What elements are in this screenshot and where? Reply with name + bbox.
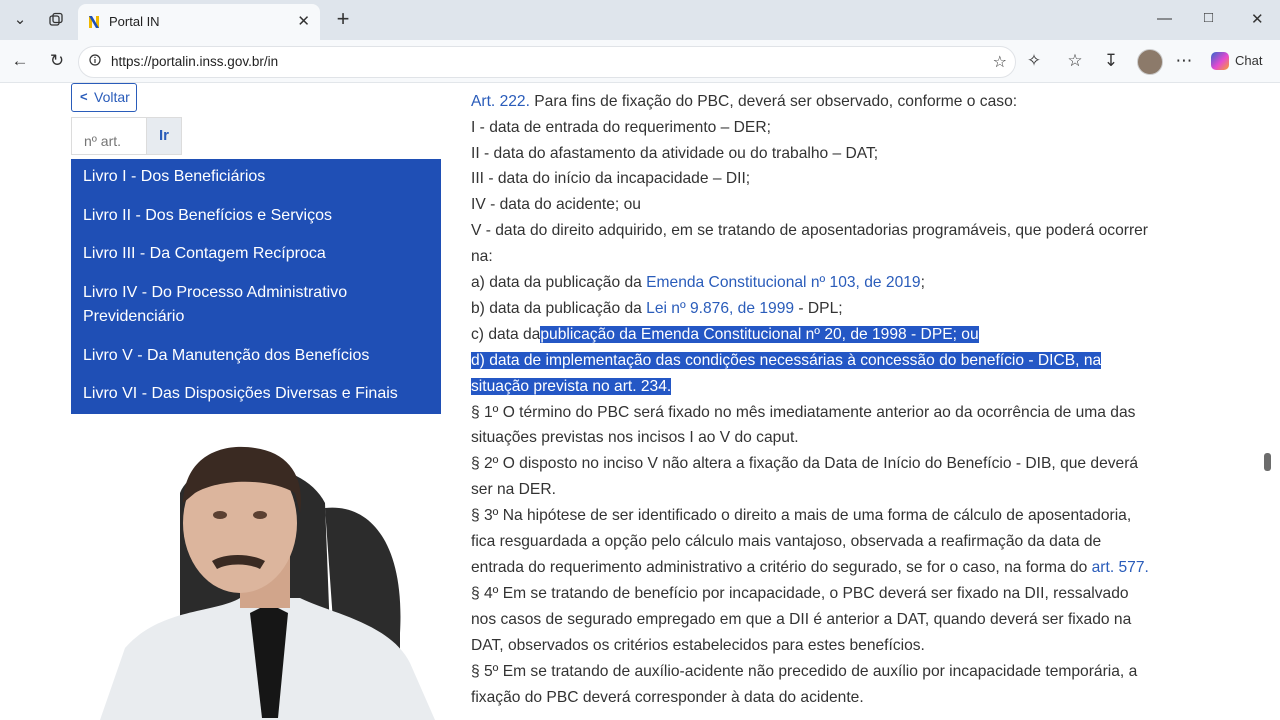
article-caput: Para fins de fixação do PBC, deverá ser … [529, 93, 1018, 110]
item-b-end: - DPL; [794, 300, 843, 317]
url-text[interactable]: https://portalin.inss.gov.br/in [111, 54, 278, 69]
paragraph-3-line-3: entrada do requerimento administrativo a… [471, 556, 1149, 580]
favorite-star-icon[interactable]: ☆ [993, 52, 1007, 72]
paragraph-4-line-2: nos casos de segurado empregado em que a… [471, 611, 1132, 628]
new-tab-button[interactable]: + [330, 7, 356, 33]
book-link-4[interactable]: Livro IV - Do Processo Administrativo Pr… [83, 281, 383, 329]
item-d-line-2: situação prevista no art. 234. [471, 375, 672, 399]
item-iv: IV - data do acidente; ou [471, 196, 641, 213]
chevron-left-icon: < [80, 89, 88, 104]
profile-avatar[interactable] [1137, 49, 1163, 75]
go-button[interactable]: Ir [146, 117, 182, 155]
paragraph-5-line-1: § 5º Em se tratando de auxílio-acidente … [471, 663, 1138, 680]
browser-toolbar: ← ↻ https://portalin.inss.gov.br/in ☆ ✧ … [0, 40, 1280, 83]
back-button[interactable]: < Voltar [71, 83, 137, 112]
paragraph-2-line-2: ser na DER. [471, 481, 556, 498]
reload-icon[interactable]: ↻ [46, 50, 68, 72]
art-577-link[interactable]: art. 577 [1092, 559, 1145, 576]
item-a-text: a) data da publicação da [471, 274, 647, 291]
paragraph-5-line-2: fixação do PBC deverá corresponder à dat… [471, 689, 864, 706]
page-content: < Voltar Ir Livro I - Dos Beneficiários … [0, 83, 1280, 720]
item-b-text: b) data da publicação da [471, 300, 647, 317]
selected-text-d2: situação prevista no art. 234. [471, 378, 672, 395]
item-a-end: ; [920, 274, 925, 291]
item-iii: III - data do início da incapacidade – D… [471, 170, 751, 187]
tab-portal-in[interactable]: Portal IN ✕ [78, 4, 320, 40]
book-link-6[interactable]: Livro VI - Das Disposições Diversas e Fi… [83, 382, 433, 406]
item-d-line-1: d) data de implementação das condições n… [471, 349, 1102, 373]
site-info-icon[interactable] [89, 54, 101, 66]
paragraph-4-line-1: § 4º Em se tratando de benefício por inc… [471, 585, 1129, 602]
ec-103-link[interactable]: Emenda Constitucional nº 103, de 2019 [646, 274, 920, 291]
paragraph-3-end: . [1144, 559, 1149, 576]
paragraph-2-line-1: § 2º O disposto no inciso V não altera a… [471, 455, 1139, 472]
paragraph-3-line-1: § 3º Na hipótese de ser identificado o d… [471, 507, 1132, 524]
back-arrow-icon[interactable]: ← [9, 50, 31, 72]
paragraph-1-line-2: situações previstas nos incisos I ao V d… [471, 429, 799, 446]
favorites-icon[interactable]: ☆ [1064, 50, 1086, 72]
maximize-icon[interactable]: □ [1204, 9, 1213, 26]
paragraph-3-text: entrada do requerimento administrativo a… [471, 559, 1092, 576]
item-c-text: c) data da [471, 326, 541, 343]
book-link-5[interactable]: Livro V - Da Manutenção dos Benefícios [83, 344, 433, 368]
chat-label: Chat [1235, 53, 1263, 68]
portal-favicon-icon [89, 16, 99, 28]
lei-9876-link[interactable]: Lei nº 9.876, de 1999 [646, 300, 794, 317]
close-window-icon[interactable]: ✕ [1251, 10, 1264, 28]
item-c: c) data dapublicação da Emenda Constituc… [471, 323, 979, 347]
workspaces-icon[interactable] [42, 7, 70, 33]
book-link-1[interactable]: Livro I - Dos Beneficiários [83, 165, 433, 189]
book-link-2[interactable]: Livro II - Dos Benefícios e Serviços [83, 204, 433, 228]
item-i: I - data de entrada do requerimento – DE… [471, 119, 771, 136]
book-navigation: Livro I - Dos Beneficiários Livro II - D… [71, 159, 441, 414]
back-label: Voltar [94, 89, 130, 105]
item-v-line-2: na: [471, 248, 493, 265]
paragraph-4-line-3: DAT, observados os critérios estabelecid… [471, 637, 925, 654]
tab-title: Portal IN [109, 14, 160, 29]
selected-text: publicação da Emenda Constitucional nº 2… [540, 326, 979, 343]
browser-tab-strip: ⌄ Portal IN ✕ + — □ ✕ [0, 0, 1280, 40]
paragraph-1-line-1: § 1º O término do PBC será fixado no mês… [471, 404, 1136, 421]
selected-text-d1: d) data de implementação das condições n… [471, 352, 1102, 369]
item-b: b) data da publicação da Lei nº 9.876, d… [471, 297, 843, 321]
article-link[interactable]: Art. 222. [471, 93, 530, 110]
item-v-line-1: V - data do direito adquirido, em se tra… [471, 222, 1149, 239]
book-link-3[interactable]: Livro III - Da Contagem Recíproca [83, 242, 433, 266]
article-heading: Art. 222. Para fins de fixação do PBC, d… [471, 90, 1017, 114]
item-ii: II - data do afastamento da atividade ou… [471, 145, 879, 162]
item-a: a) data da publicação da Emenda Constitu… [471, 271, 925, 295]
article-number-input[interactable] [71, 117, 147, 155]
paragraph-3-line-2: fica resguardada a opção pelo cálculo ma… [471, 533, 1102, 550]
presenter-webcam [100, 446, 435, 720]
more-menu-icon[interactable]: ⋯ [1173, 50, 1195, 72]
tab-list-chevron-icon[interactable]: ⌄ [6, 7, 34, 33]
scrollbar-thumb[interactable] [1264, 453, 1271, 471]
downloads-icon[interactable]: ↧ [1100, 50, 1122, 72]
tab-close-icon[interactable]: ✕ [297, 12, 310, 30]
address-bar[interactable]: https://portalin.inss.gov.br/in ☆ [78, 46, 1016, 78]
copilot-icon [1211, 52, 1229, 70]
extensions-icon[interactable]: ✧ [1023, 50, 1045, 72]
minimize-icon[interactable]: — [1157, 10, 1172, 27]
